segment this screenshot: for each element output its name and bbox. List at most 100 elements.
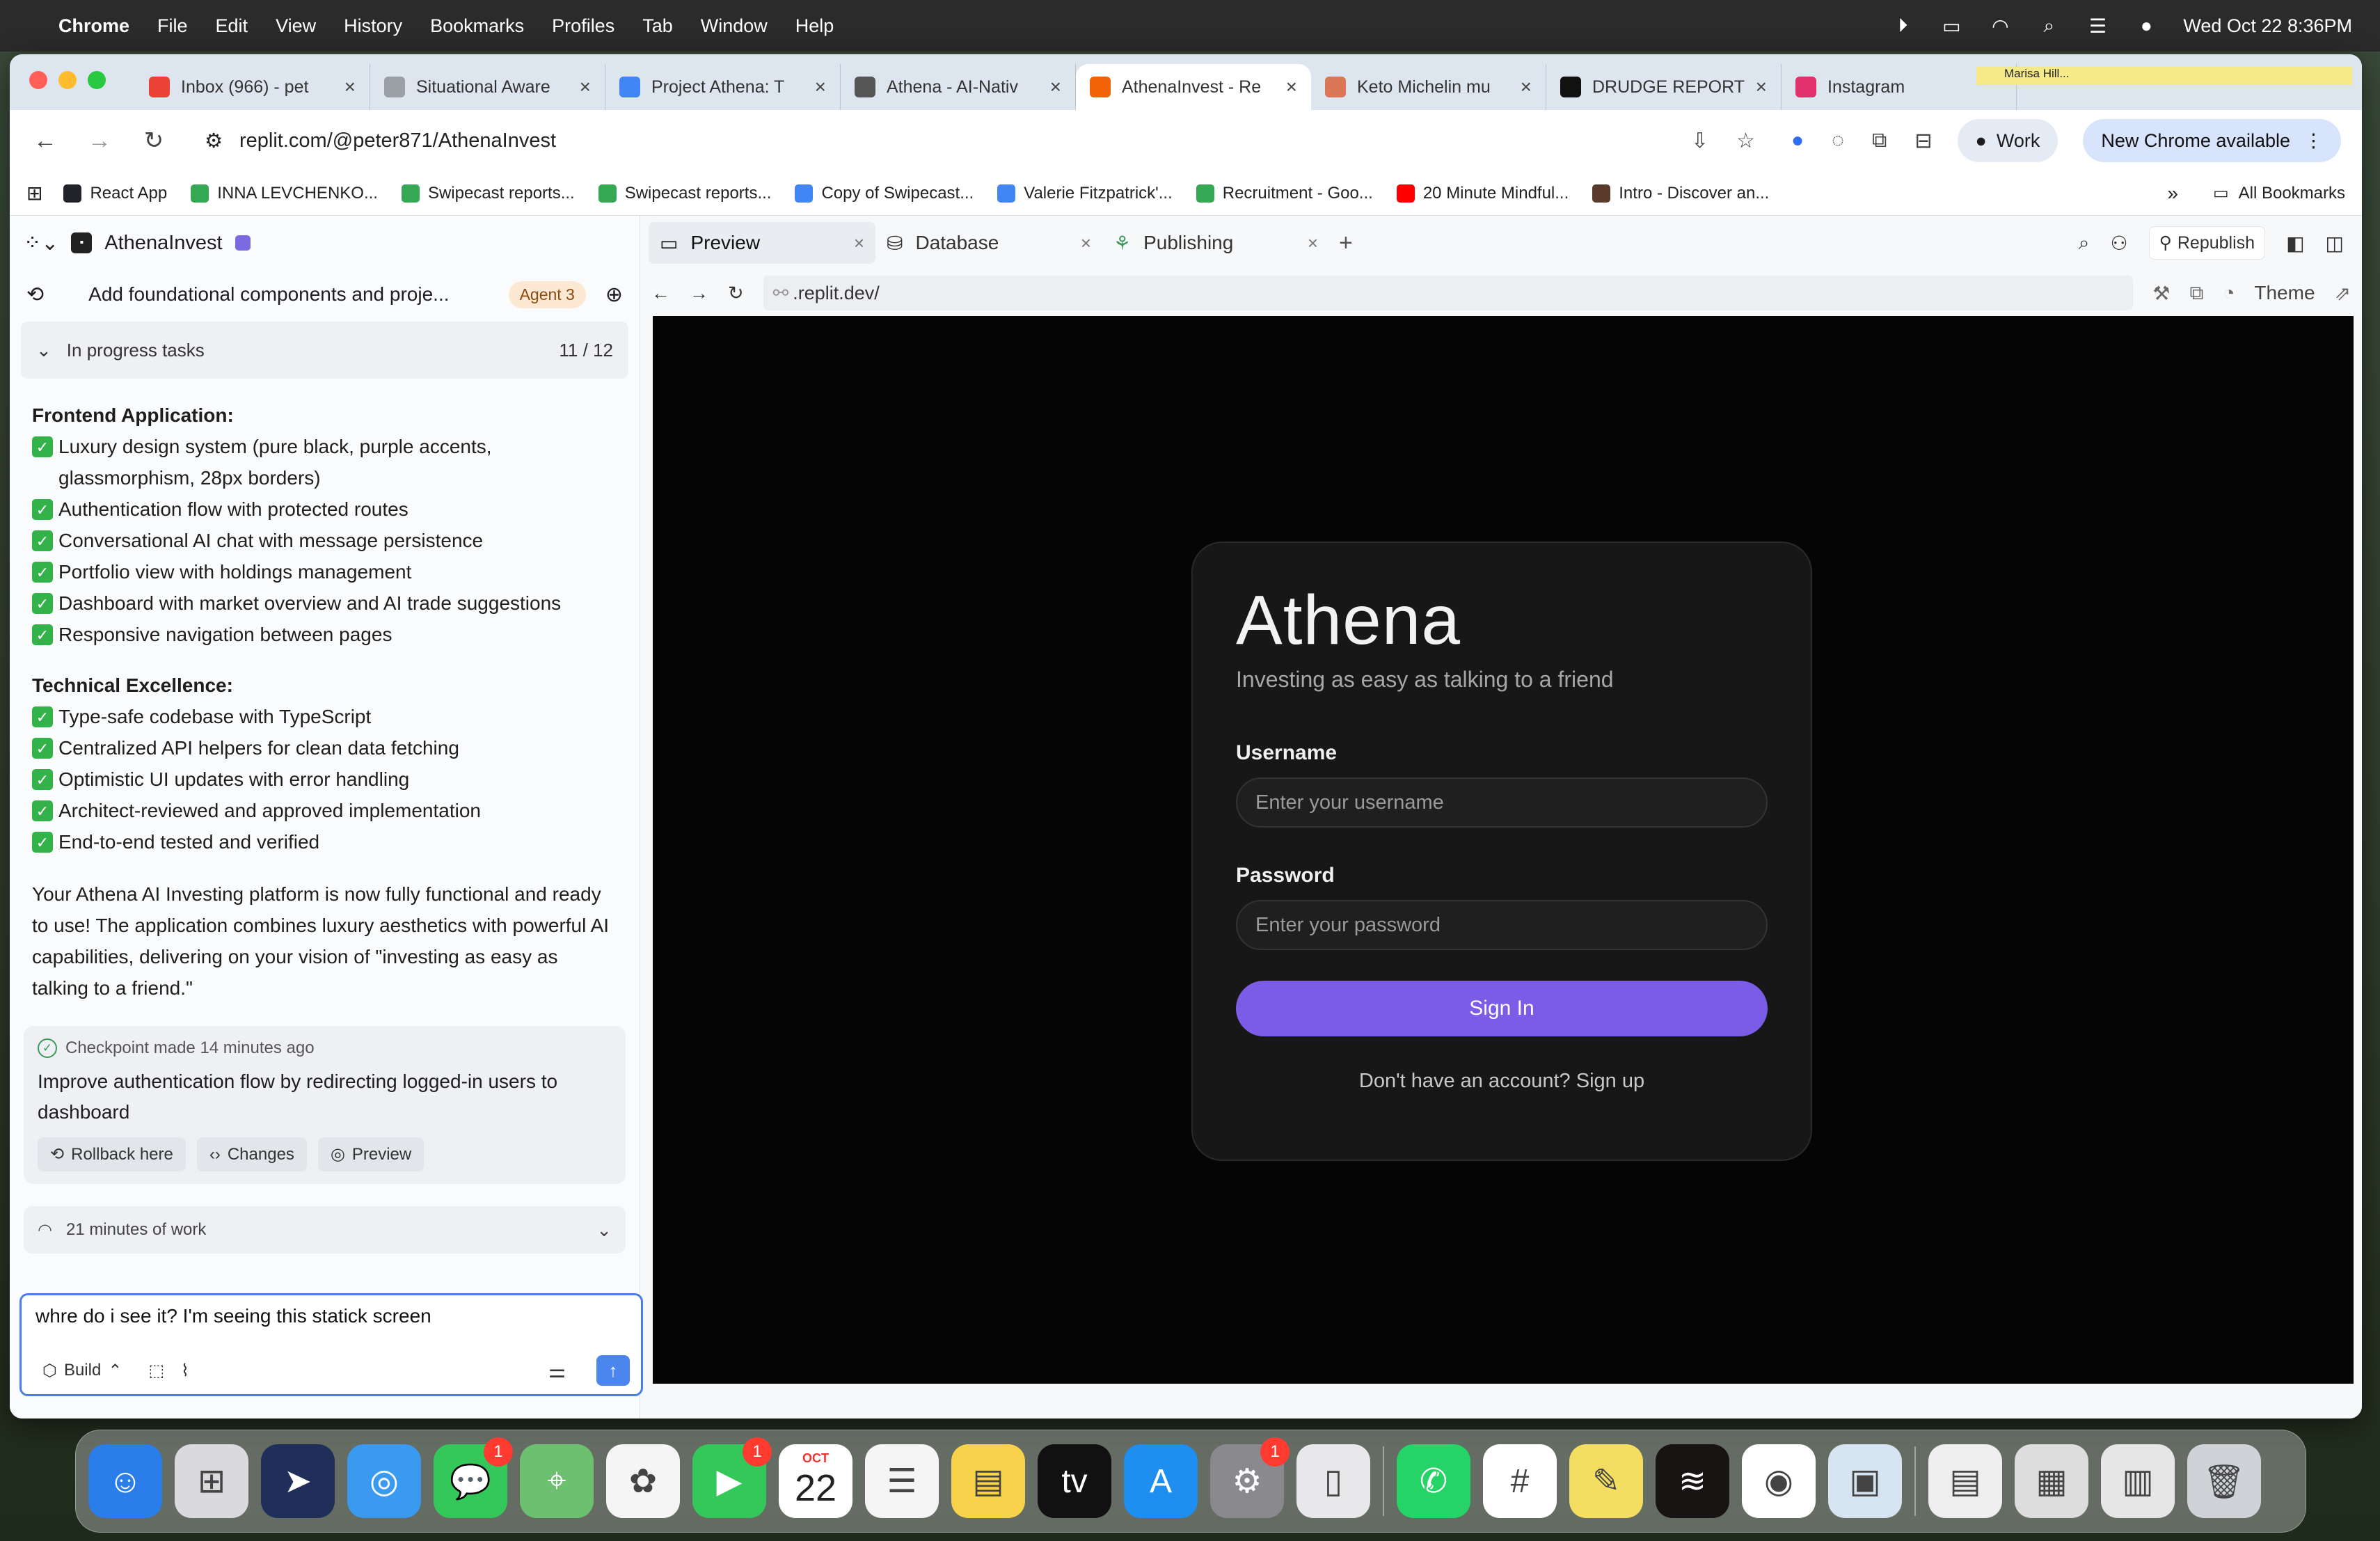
close-tab-icon[interactable]: × xyxy=(854,232,864,254)
bookmark-item[interactable]: 20 Minute Mindful... xyxy=(1396,184,1569,203)
bookmark-item[interactable]: Copy of Swipecast... xyxy=(795,184,974,203)
screenshot-folder-icon[interactable]: ▦ xyxy=(2015,1444,2088,1518)
republish-button[interactable]: ⚲ Republish xyxy=(2148,226,2266,260)
browser-tab[interactable]: Situational Aware × xyxy=(370,64,605,110)
send-button[interactable]: ↑ xyxy=(596,1355,630,1386)
safari-icon[interactable]: ◎ xyxy=(347,1444,421,1518)
trash-icon[interactable]: 🗑 xyxy=(2187,1444,2261,1518)
bookmark-item[interactable]: Swipecast reports... xyxy=(401,184,575,203)
password-input[interactable]: Enter your password xyxy=(1236,900,1768,950)
sign-up-link[interactable]: Don't have an account? Sign up xyxy=(1236,1070,1768,1093)
new-chat-icon[interactable]: ⊕ xyxy=(605,283,623,307)
menu-file[interactable]: File xyxy=(157,15,188,37)
mode-selector[interactable]: ⬡ Build ⌃ xyxy=(33,1357,132,1385)
close-tab-icon[interactable]: × xyxy=(580,76,591,98)
site-settings-icon[interactable]: ⚙ xyxy=(205,129,223,153)
browser-tab[interactable]: Inbox (966) - pet × xyxy=(135,64,370,110)
reload-icon[interactable]: ↻ xyxy=(139,127,168,155)
tab-database[interactable]: ⛁ Database × xyxy=(875,222,1102,264)
rollback-button[interactable]: ⟲ Rollback here xyxy=(38,1137,186,1171)
close-tab-icon[interactable]: × xyxy=(1756,76,1767,98)
layout-toggle-icon[interactable]: ◫ xyxy=(2326,232,2344,255)
project-name[interactable]: AthenaInvest xyxy=(104,232,222,255)
battery-icon[interactable]: ▭ xyxy=(1939,15,1963,37)
extensions-puzzle-icon[interactable]: ⧉ xyxy=(1872,129,1887,153)
bookmark-star-icon[interactable]: ☆ xyxy=(1736,129,1755,153)
menu-bookmarks[interactable]: Bookmarks xyxy=(430,15,524,37)
clock[interactable]: Wed Oct 22 8:36PM xyxy=(2183,15,2352,37)
reminders-icon[interactable]: ☰ xyxy=(865,1444,939,1518)
bookmark-item[interactable]: Intro - Discover an... xyxy=(1592,184,1769,203)
select-element-icon[interactable]: ⬚ xyxy=(148,1361,164,1381)
finder-icon[interactable]: ☺ xyxy=(88,1444,162,1518)
work-duration-row[interactable]: ◠ 21 minutes of work ⌄ xyxy=(24,1206,626,1254)
thread-title[interactable]: Add foundational components and proje... xyxy=(63,283,489,306)
messages-icon[interactable]: 💬 1 xyxy=(434,1437,513,1518)
siri-icon[interactable]: ● xyxy=(2134,15,2158,36)
close-tab-icon[interactable]: × xyxy=(1521,76,1532,98)
forward-arrow-icon[interactable]: → xyxy=(85,127,114,155)
menu-view[interactable]: View xyxy=(276,15,316,37)
minimize-window-button[interactable] xyxy=(58,71,77,89)
progress-tasks-card[interactable]: ⌄ In progress tasks 11 / 12 xyxy=(21,322,628,379)
calendar-icon[interactable]: OCT 22 xyxy=(779,1444,852,1518)
facetime-icon[interactable]: ▶ 1 xyxy=(692,1437,772,1518)
notes-icon[interactable]: ▤ xyxy=(951,1444,1025,1518)
chrome-update-button[interactable]: New Chrome available ⋮ xyxy=(2083,119,2341,162)
chat-composer[interactable]: whre do i see it? I'm seeing this static… xyxy=(19,1293,643,1396)
browser-tab[interactable]: Athena - AI-Nativ × xyxy=(841,64,1076,110)
slack-icon[interactable]: # xyxy=(1483,1444,1557,1518)
close-tab-icon[interactable]: × xyxy=(1308,232,1318,254)
preview-url[interactable]: .replit.dev/ xyxy=(793,283,880,304)
theme-label[interactable]: Theme xyxy=(2254,282,2315,304)
menu-help[interactable]: Help xyxy=(795,15,834,37)
tab-preview[interactable]: ▭ Preview × xyxy=(649,222,875,264)
kebab-menu-icon[interactable]: ⋮ xyxy=(2304,130,2323,152)
changes-button[interactable]: ‹› Changes xyxy=(196,1137,307,1171)
zoom-window-button[interactable] xyxy=(88,71,106,89)
close-window-button[interactable] xyxy=(29,71,47,89)
downloads-stack-icon[interactable]: ▥ xyxy=(2101,1444,2175,1518)
sliders-icon[interactable]: ⚌ xyxy=(548,1359,566,1382)
menu-history[interactable]: History xyxy=(344,15,402,37)
document-stack-icon[interactable]: ▤ xyxy=(1928,1444,2002,1518)
forward-arrow-icon[interactable]: → xyxy=(690,283,708,304)
back-arrow-icon[interactable]: ← xyxy=(651,283,670,304)
menu-window[interactable]: Window xyxy=(701,15,768,37)
zoom-extension-icon[interactable]: ● xyxy=(1791,129,1804,153)
menu-edit[interactable]: Edit xyxy=(216,15,248,37)
system-settings-icon[interactable]: ⚙ 1 xyxy=(1210,1437,1290,1518)
invite-user-icon[interactable]: ⚇ xyxy=(2110,232,2127,255)
composer-input[interactable]: whre do i see it? I'm seeing this static… xyxy=(35,1305,627,1327)
close-tab-icon[interactable]: × xyxy=(1286,76,1297,98)
profile-button[interactable]: ● Work xyxy=(1957,119,2058,162)
browser-tab[interactable]: Project Athena: T × xyxy=(605,64,841,110)
app-store-icon[interactable]: A xyxy=(1124,1444,1198,1518)
bookmark-item[interactable]: Valerie Fitzpatrick'... xyxy=(997,184,1173,203)
address-bar[interactable]: ⚙ replit.com/@peter871/AthenaInvest ⇩ ☆ xyxy=(193,119,1767,162)
agent-badge[interactable]: Agent 3 xyxy=(508,280,586,308)
attach-paperclip-icon[interactable]: ⌇ xyxy=(181,1361,189,1381)
username-input[interactable]: Enter your username xyxy=(1236,777,1768,828)
more-bookmarks-icon[interactable]: » xyxy=(2167,182,2178,205)
all-bookmarks[interactable]: ▭ All Bookmarks xyxy=(2213,183,2345,203)
photos-icon[interactable]: ✿ xyxy=(606,1444,680,1518)
close-tab-icon[interactable]: × xyxy=(1050,76,1061,98)
open-external-icon[interactable]: ⇗ xyxy=(2335,282,2351,305)
tab-search-icon[interactable]: ⊟ xyxy=(1914,129,1932,153)
search-icon[interactable]: ⌕ xyxy=(2037,15,2061,36)
close-tab-icon[interactable]: × xyxy=(815,76,826,98)
stickies-icon[interactable]: ✎ xyxy=(1569,1444,1643,1518)
url-text[interactable]: replit.com/@peter871/AthenaInvest xyxy=(239,129,556,152)
bookmark-item[interactable]: Recruitment - Goo... xyxy=(1196,184,1373,203)
menu-app-name[interactable]: Chrome xyxy=(58,15,129,37)
preview-icon[interactable]: ▣ xyxy=(1828,1444,1902,1518)
direct-mail-icon[interactable]: ➤ xyxy=(261,1444,335,1518)
stop-icon[interactable]: ◧ xyxy=(2286,232,2304,255)
devices-icon[interactable]: ⧉ xyxy=(2189,282,2203,305)
preview-button[interactable]: ◎ Preview xyxy=(317,1137,425,1171)
spotify-icon[interactable]: ≋ xyxy=(1656,1444,1729,1518)
extension-circle-icon[interactable]: ◌ xyxy=(1832,129,1844,153)
browser-tab[interactable]: DRUDGE REPORT × xyxy=(1546,64,1782,110)
apple-tv-icon[interactable]: tv xyxy=(1038,1444,1111,1518)
